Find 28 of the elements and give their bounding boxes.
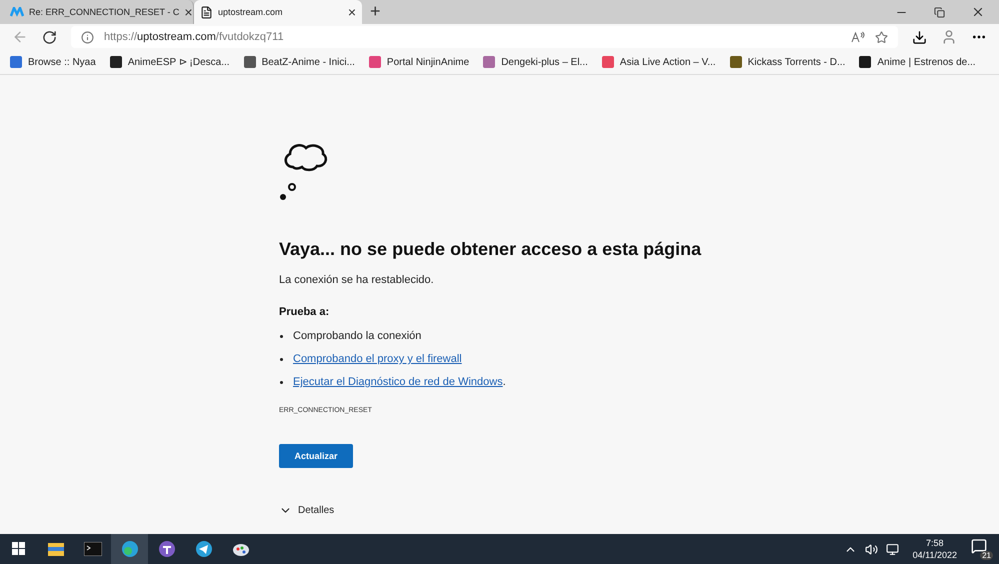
try-heading: Prueba a: [279,306,330,318]
refresh-button[interactable]: Actualizar [279,444,353,468]
bookmark-link[interactable]: Kickass Torrents - D... [730,56,846,68]
address-field[interactable]: https://uptostream.com/fvutdokzq711 [71,26,898,48]
bookmark-link[interactable]: Browse :: Nyaa [10,56,96,68]
browser-tab[interactable]: uptostream.com × [194,0,362,24]
suggestion-text: Comprobando la conexión [293,330,422,342]
notification-count: 21 [980,551,993,560]
suggestion-link[interactable]: Comprobando el proxy y el firewall [293,353,462,365]
error-title: Vaya... no se puede obtener acceso a esta página [279,239,702,260]
clock[interactable]: 7:58 04/11/2022 [912,537,957,561]
close-button[interactable]: × [348,4,356,20]
details-toggle[interactable]: Detalles [279,504,334,517]
bookmark-link[interactable]: Portal NinjinAnime [368,56,470,68]
error-message: La conexión se ha restablecido. [279,274,434,286]
bookmark-link[interactable]: Asia Live Action – V... [602,56,716,68]
bookmark-link[interactable]: BeatZ-Anime - Inici... [244,56,355,68]
bookmark-link[interactable]: Anime | Estrenos de... [859,56,976,68]
url-text: https://uptostream.com/fvutdokzq711 [104,31,284,43]
time-text: 7:58 [926,537,944,549]
bookmark-link[interactable]: Dengeki-plus – El... [483,56,588,68]
period-text: . [502,376,506,388]
bookmark-link[interactable]: AnimeESP ⊳ ¡Desca... [110,56,230,68]
date-text: 04/11/2022 [912,549,957,561]
notifications-button[interactable]: 21 [971,538,993,560]
suggestion-link[interactable]: Ejecutar el Diagnóstico de red de Windows [293,376,503,388]
close-button[interactable]: × [184,4,193,20]
new-tab-button[interactable]: + [370,1,381,22]
